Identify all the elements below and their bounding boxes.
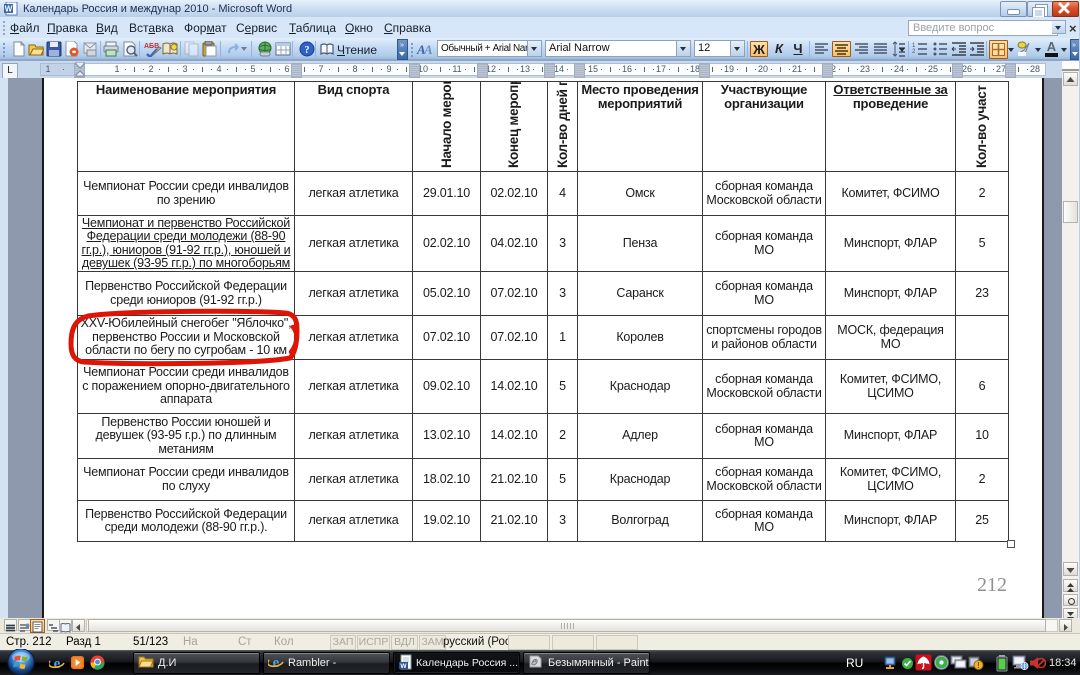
svg-text:!: !	[977, 661, 980, 670]
svg-text:А: А	[423, 42, 433, 57]
svg-text:e: e	[54, 656, 61, 671]
svg-text:e: e	[273, 655, 280, 670]
svg-text:?: ?	[305, 45, 310, 56]
svg-text:W: W	[400, 663, 407, 670]
svg-text:W: W	[5, 5, 13, 14]
svg-text:2: 2	[912, 49, 916, 55]
